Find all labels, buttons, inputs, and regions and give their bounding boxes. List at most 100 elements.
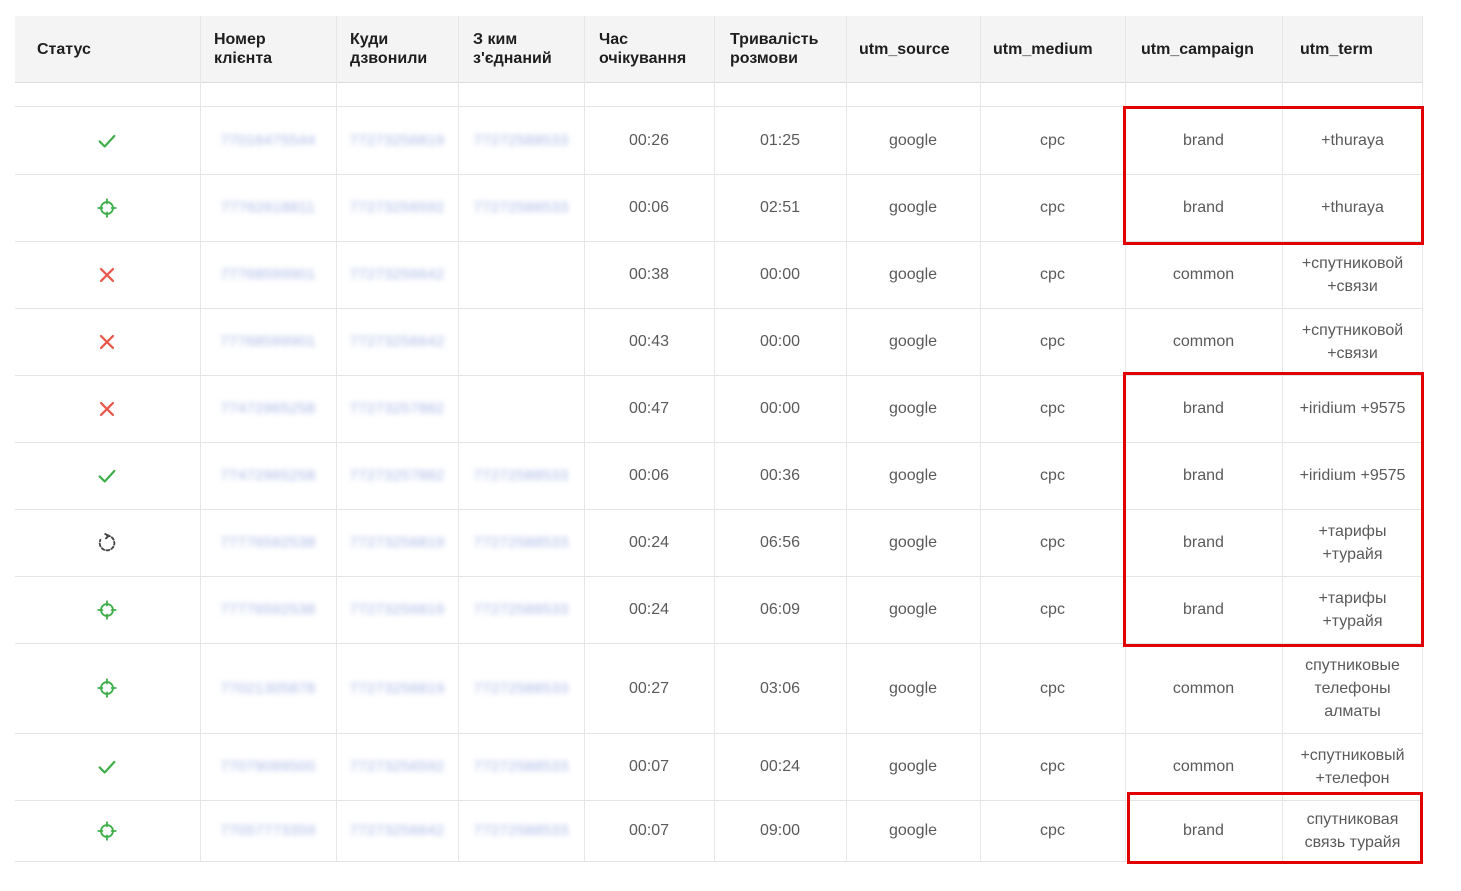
client-number-cell[interactable]: 77762618811 [200,174,336,241]
talk-duration-cell: 00:36 [714,442,846,509]
cell-text: google [888,266,938,283]
connected-with-cell[interactable]: 77272588533 [458,733,584,800]
masked-phone-number: 77273256819 [349,679,445,697]
connected-with-cell[interactable] [458,375,584,442]
status-cell [15,576,199,643]
cross-icon [99,401,115,416]
called-number-cell[interactable]: 77273256819 [336,509,458,576]
column-divider [846,16,847,861]
in-progress-icon [98,532,116,551]
header-utm-medium[interactable]: utm_medium [971,16,1116,82]
utm-term-cell: спутниковые телефоны алматы [1282,643,1423,733]
masked-phone-number: 77776592538 [220,601,316,618]
cell-text: +thuraya [1321,199,1384,216]
called-number-cell[interactable]: 77273256642 [336,308,458,375]
masked-phone-number: 77273256642 [349,333,445,350]
connected-with-cell[interactable] [458,241,584,308]
client-number-cell[interactable]: 77472965258 [200,442,336,509]
check-icon [98,760,116,774]
table-row[interactable]: 77762618811 77273256592 77272588533 00:06 02… [15,174,1423,242]
connected-with-cell[interactable]: 77272588533 [458,107,584,174]
called-number-cell[interactable]: 77273256592 [336,733,458,800]
masked-phone-number: 77272588533 [473,758,569,775]
connected-with-cell[interactable]: 77272588533 [458,509,584,576]
called-number-cell[interactable]: 77273257882 [336,375,458,442]
connected-with-cell[interactable]: 77272588533 [458,576,584,643]
connected-with-cell[interactable]: 77272588533 [458,800,584,861]
table-row[interactable]: 77079099500 77273256592 77272588533 00:07 00… [15,733,1423,801]
connected-with-cell[interactable]: 77272588533 [458,174,584,241]
called-number-cell[interactable]: 77273256642 [336,800,458,861]
table-row[interactable]: 77768599901 77273256642 00:43 00:00 google cp… [15,308,1423,376]
utm-source-cell: google [846,442,980,509]
cell-text: 00:24 [628,601,670,618]
utm-term-cell: +thuraya [1282,174,1423,241]
called-number-cell[interactable]: 77273256592 [336,174,458,241]
cell-text: 01:25 [759,132,801,149]
client-number-cell[interactable]: 77768599901 [200,241,336,308]
cell-text: +thuraya [1321,132,1384,149]
header-connected-with[interactable]: З ким з'єднаний [451,16,577,82]
header-called-number[interactable]: Куди дзвонили [328,16,450,82]
client-number-cell[interactable]: 77079099500 [200,733,336,800]
header-utm-source[interactable]: utm_source [837,16,980,82]
header-talk-duration[interactable]: Тривалість розмови [708,16,846,82]
cell-text: 00:07 [628,758,670,775]
connected-with-cell[interactable]: 77272588533 [458,442,584,509]
table-row[interactable]: 77776592538 77273256819 77272588533 00:24 06… [15,576,1423,644]
header-utm-campaign[interactable]: utm_campaign [1119,16,1279,82]
client-number-cell[interactable]: 77472965258 [200,375,336,442]
utm-term-cell: +спутниковый +телефон [1282,733,1423,800]
table-row[interactable]: 77021305878 77273256819 77272588533 00:27 03… [15,643,1423,734]
table-row[interactable]: 77472965258 77273257882 77272588533 00:06 00… [15,442,1423,510]
client-number-cell[interactable]: 77776592538 [200,509,336,576]
called-number-cell[interactable]: 77273256819 [336,643,458,733]
status-cell [15,241,199,308]
cell-text: 00:06 [628,199,670,216]
masked-phone-number: 77272588533 [473,199,569,216]
table-row[interactable]: 77057773359 77273256642 77272588533 00:07 09… [15,800,1423,862]
called-number-cell[interactable]: 77273256642 [336,241,458,308]
wait-time-cell: 00:47 [584,375,714,442]
target-icon [97,197,117,218]
table-row[interactable]: 77472965258 77273257882 00:47 00:00 google cp… [15,375,1423,443]
cell-text: cpc [1040,534,1065,551]
client-number-cell[interactable]: 77016475544 [200,107,336,174]
utm-source-cell: google [846,308,980,375]
utm-term-cell: +iridium +9575 [1282,375,1423,442]
masked-phone-number: 77472965258 [220,467,316,484]
header-wait-time[interactable]: Час очікування [577,16,707,82]
wait-time-cell: 00:06 [584,442,714,509]
cell-text: common [1172,266,1235,283]
header-utm-term[interactable]: utm_term [1278,16,1423,82]
masked-phone-number: 77273256592 [349,199,445,216]
connected-with-cell[interactable]: 77272588533 [458,643,584,733]
column-divider [1125,16,1126,861]
header-client-number[interactable]: Номер клієнта [192,16,328,82]
called-number-cell[interactable]: 77273257882 [336,442,458,509]
utm-campaign-cell: common [1125,241,1282,308]
table-row[interactable]: 77776592538 77273256819 77272588533 00:24 06… [15,509,1423,577]
cell-text: 09:00 [759,822,801,839]
utm-term-cell: +тарифы +турайя [1282,509,1423,576]
client-number-cell[interactable]: 77057773359 [200,800,336,861]
cell-text: +iridium +9575 [1299,467,1406,484]
cross-icon [99,267,115,282]
utm-campaign-cell: common [1125,643,1282,733]
called-number-cell[interactable]: 77273256819 [336,107,458,174]
wait-time-cell: 00:06 [584,174,714,241]
table-row[interactable]: 77768599901 77273256642 00:38 00:00 google cp… [15,241,1423,309]
called-number-cell[interactable]: 77273256819 [336,576,458,643]
client-number-cell[interactable]: 77021305878 [200,643,336,733]
connected-with-cell[interactable] [458,308,584,375]
cell-text: 00:00 [759,333,801,350]
client-number-cell[interactable]: 77768599901 [200,308,336,375]
cell-text: 00:00 [759,400,801,417]
talk-duration-cell: 00:00 [714,375,846,442]
header-status[interactable]: Статус [15,16,200,82]
table-row[interactable]: 77016475544 77273256819 77272588533 00:26 01… [15,107,1423,175]
cell-text: cpc [1040,400,1065,417]
client-number-cell[interactable]: 77776592538 [200,576,336,643]
wait-time-cell: 00:38 [584,241,714,308]
cell-text: 00:06 [628,467,670,484]
